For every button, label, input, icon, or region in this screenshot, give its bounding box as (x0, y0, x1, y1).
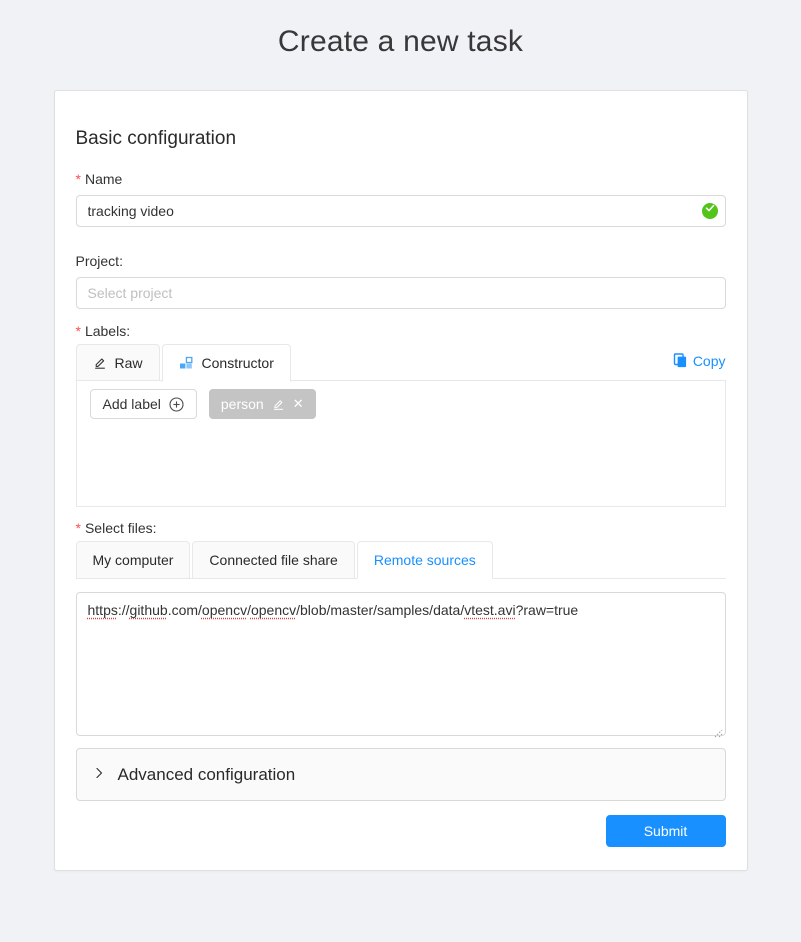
create-task-card: Basic configuration * Name Project: * La… (54, 90, 748, 871)
labels-label: * Labels: (76, 323, 726, 339)
labels-tabbar: Raw Constructor Copy (76, 344, 726, 381)
required-asterisk: * (76, 171, 81, 187)
tab-remote-sources[interactable]: Remote sources (357, 541, 493, 579)
edit-pen-icon (93, 356, 107, 370)
label-tag-person[interactable]: person ✕ (209, 389, 316, 419)
remove-label-icon[interactable]: ✕ (293, 396, 304, 412)
tab-raw-label: Raw (115, 355, 143, 371)
tab-remote-sources-label: Remote sources (374, 552, 476, 568)
valid-check-icon (702, 203, 718, 219)
remote-url-text: https://github.com/opencv/opencv/blob/ma… (88, 602, 579, 618)
labels-label-text: Labels: (85, 323, 130, 339)
advanced-configuration-header[interactable]: Advanced configuration (76, 748, 726, 801)
submit-row: Submit (76, 815, 726, 847)
select-files-label-text: Select files: (85, 520, 157, 536)
basic-configuration-title: Basic configuration (76, 128, 726, 150)
files-tabbar: My computer Connected file share Remote … (76, 541, 726, 579)
build-blocks-icon (179, 356, 194, 370)
plus-circle-icon (169, 397, 184, 412)
tab-constructor-label: Constructor (202, 355, 274, 371)
copy-labels-button[interactable]: Copy (673, 353, 726, 373)
edit-label-icon[interactable] (272, 398, 285, 411)
name-label-text: Name (85, 171, 122, 187)
tab-connected-file-share-label: Connected file share (209, 552, 337, 568)
remote-urls-textarea[interactable]: https://github.com/opencv/opencv/blob/ma… (76, 592, 726, 736)
project-form-item: Project: (76, 253, 726, 309)
copy-label: Copy (693, 353, 726, 369)
label-constructor-pane: Add label person ✕ (76, 380, 726, 507)
project-label: Project: (76, 253, 726, 269)
tab-connected-file-share[interactable]: Connected file share (192, 541, 354, 579)
name-label: * Name (76, 171, 726, 187)
tab-constructor[interactable]: Constructor (162, 344, 291, 382)
page-title: Create a new task (0, 25, 801, 59)
required-asterisk: * (76, 323, 81, 339)
add-label-text: Add label (103, 396, 161, 412)
add-label-button[interactable]: Add label (90, 389, 197, 419)
project-select[interactable] (76, 277, 726, 309)
task-name-input[interactable] (76, 195, 726, 227)
labels-form-item: * Labels: Raw Constructor Copy (76, 323, 726, 507)
chevron-right-icon (93, 766, 105, 778)
tab-raw[interactable]: Raw (76, 344, 160, 382)
required-asterisk: * (76, 520, 81, 536)
files-form-item: * Select files: My computer Connected fi… (76, 520, 726, 736)
resize-grip-icon[interactable] (713, 723, 723, 733)
label-tag-name: person (221, 396, 264, 412)
advanced-configuration-title: Advanced configuration (118, 765, 296, 785)
submit-button[interactable]: Submit (606, 815, 726, 847)
tab-my-computer[interactable]: My computer (76, 541, 191, 579)
project-label-text: Project: (76, 253, 123, 269)
name-form-item: * Name (76, 171, 726, 227)
select-files-label: * Select files: (76, 520, 726, 536)
tab-my-computer-label: My computer (93, 552, 174, 568)
copy-icon (673, 353, 687, 368)
